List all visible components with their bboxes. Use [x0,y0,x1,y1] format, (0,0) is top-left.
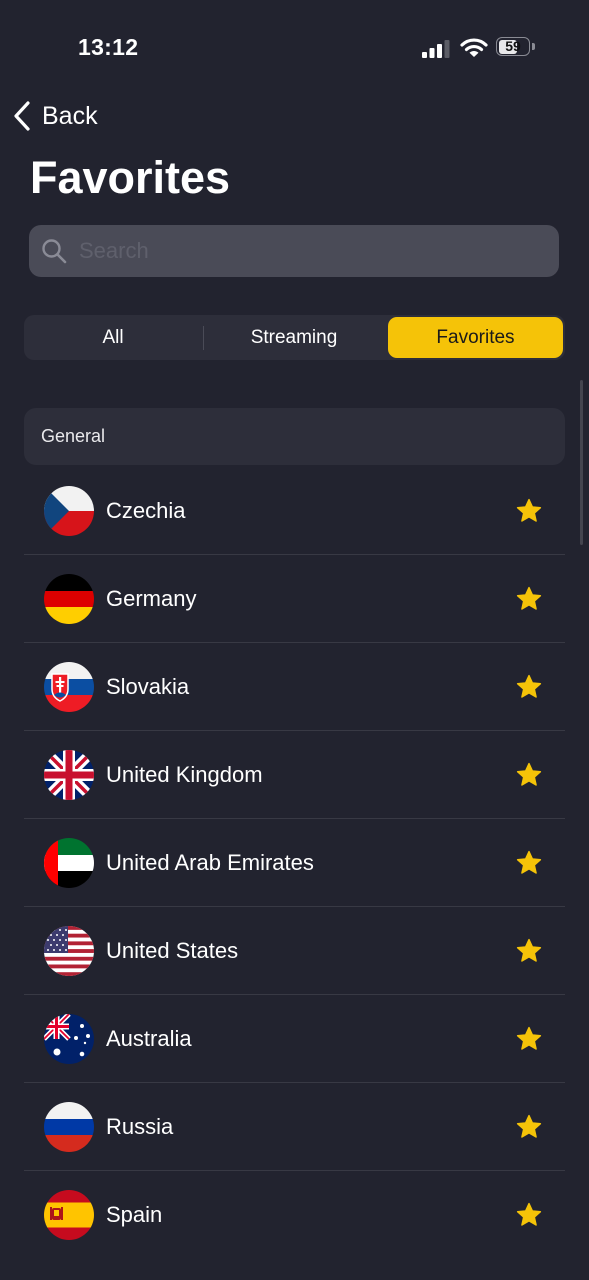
star-icon[interactable] [515,761,543,789]
list-item[interactable]: Czechia [24,467,565,555]
flag-slovakia-icon [44,661,94,712]
flag-uae-icon [44,837,94,888]
star-icon[interactable] [515,1025,543,1053]
back-button[interactable]: Back [12,96,98,136]
star-icon[interactable] [515,1201,543,1229]
star-icon[interactable] [515,497,543,525]
flag-australia-icon [44,1013,94,1064]
list-item[interactable]: United Kingdom [24,731,565,819]
section-title: General [41,426,106,446]
country-name: Russia [106,1113,174,1139]
country-name: Slovakia [106,673,190,699]
country-name: United Kingdom [106,761,263,787]
search-icon [42,239,67,264]
list-item[interactable]: Spain [24,1171,565,1259]
country-name: Spain [106,1202,163,1227]
star-icon[interactable] [515,849,543,877]
status-bar: 13:12 59 [0,0,589,96]
tab-streaming[interactable]: Streaming [204,317,384,358]
flag-germany-icon [44,573,94,624]
flag-united-kingdom-icon [44,749,94,800]
star-icon[interactable] [515,1113,543,1141]
tab-all[interactable]: All [24,317,202,358]
filter-tabs: All Streaming Favorites [24,315,565,360]
list-item[interactable]: Slovakia [24,643,565,731]
list-item[interactable]: United Arab Emirates [24,819,565,907]
status-time: 13:12 [78,34,139,60]
battery-percentage: 59 [505,38,521,54]
list-item[interactable]: Australia [24,995,565,1083]
star-icon[interactable] [515,937,543,965]
country-name: United Arab Emirates [106,849,314,875]
page-title: Favorites [30,152,231,203]
back-label: Back [42,101,98,130]
battery-icon: 59 [496,37,538,58]
cellular-signal-icon [422,40,450,58]
search-input[interactable] [77,237,559,265]
country-name: Czechia [106,497,186,523]
list-item[interactable]: Russia [24,1083,565,1171]
star-icon[interactable] [515,585,543,613]
chevron-left-icon [14,101,30,131]
country-name: United States [106,937,239,963]
list-item[interactable]: Germany [24,555,565,643]
tab-favorites[interactable]: Favorites [388,317,563,358]
section-header-general: General [24,408,565,465]
flag-united-states-icon [44,925,94,976]
wifi-icon [460,38,488,57]
flag-spain-icon [44,1190,94,1240]
scrollbar[interactable] [580,380,583,545]
flag-russia-icon [44,1101,94,1152]
country-name: Australia [106,1025,192,1051]
country-name: Germany [106,585,197,611]
star-icon[interactable] [515,673,543,701]
search-bar[interactable] [29,225,559,277]
country-list: Czechia Germany Slovakia United Kingdom … [24,467,565,1259]
flag-czechia-icon [44,485,94,536]
list-item[interactable]: United States [24,907,565,995]
